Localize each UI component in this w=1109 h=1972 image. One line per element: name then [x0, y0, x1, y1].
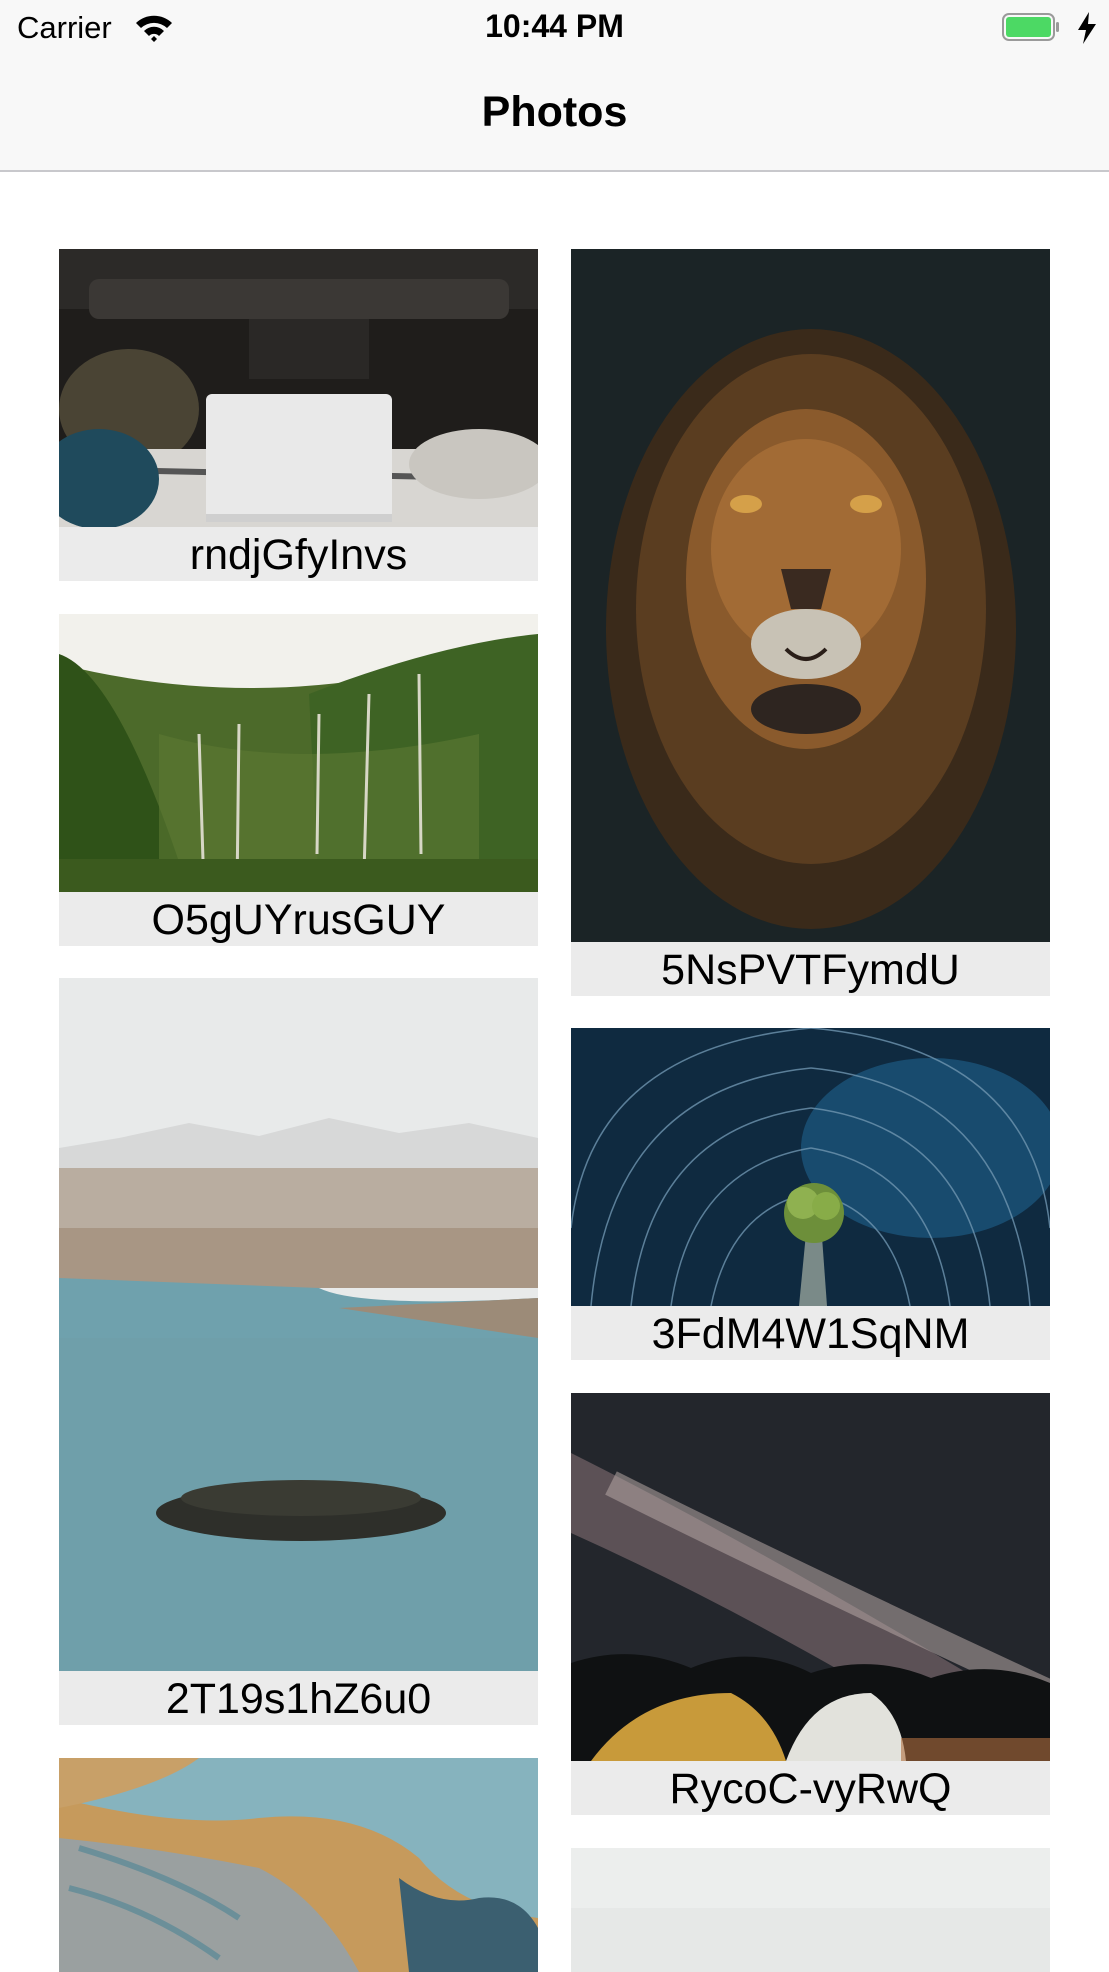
battery-icon: [1002, 13, 1059, 41]
photo-thumbnail: [59, 614, 538, 892]
page-title: Photos: [481, 88, 628, 136]
photo-cell[interactable]: 5NsPVTFymdU: [571, 249, 1050, 996]
status-bar: Carrier 10:44 PM: [0, 0, 1109, 56]
photo-cell[interactable]: [571, 1848, 1050, 1972]
photo-cell[interactable]: O5gUYrusGUY: [59, 614, 538, 946]
photo-cell[interactable]: rndjGfyInvs: [59, 249, 538, 581]
photo-cell[interactable]: RycoC-vyRwQ: [571, 1393, 1050, 1815]
photo-thumbnail: [59, 978, 538, 1671]
photo-thumbnail: [59, 1758, 538, 1972]
photo-cell[interactable]: 3FdM4W1SqNM: [571, 1028, 1050, 1360]
status-time: 10:44 PM: [485, 8, 624, 44]
photo-thumbnail: [571, 1028, 1050, 1306]
photo-cell[interactable]: 2T19s1hZ6u0: [59, 978, 538, 1725]
photo-caption: 2T19s1hZ6u0: [59, 1671, 538, 1725]
photo-thumbnail: [571, 1393, 1050, 1761]
photo-caption: rndjGfyInvs: [59, 527, 538, 581]
photo-caption: RycoC-vyRwQ: [571, 1761, 1050, 1815]
photo-caption: O5gUYrusGUY: [59, 892, 538, 946]
photo-thumbnail: [571, 249, 1050, 942]
photo-cell[interactable]: [59, 1758, 538, 1972]
charging-bolt-icon: [1078, 12, 1096, 44]
photo-thumbnail: [571, 1848, 1050, 1972]
photo-thumbnail: [59, 249, 538, 527]
navigation-bar: Photos: [0, 56, 1109, 172]
photo-caption: 3FdM4W1SqNM: [571, 1306, 1050, 1360]
photo-caption: 5NsPVTFymdU: [571, 942, 1050, 996]
